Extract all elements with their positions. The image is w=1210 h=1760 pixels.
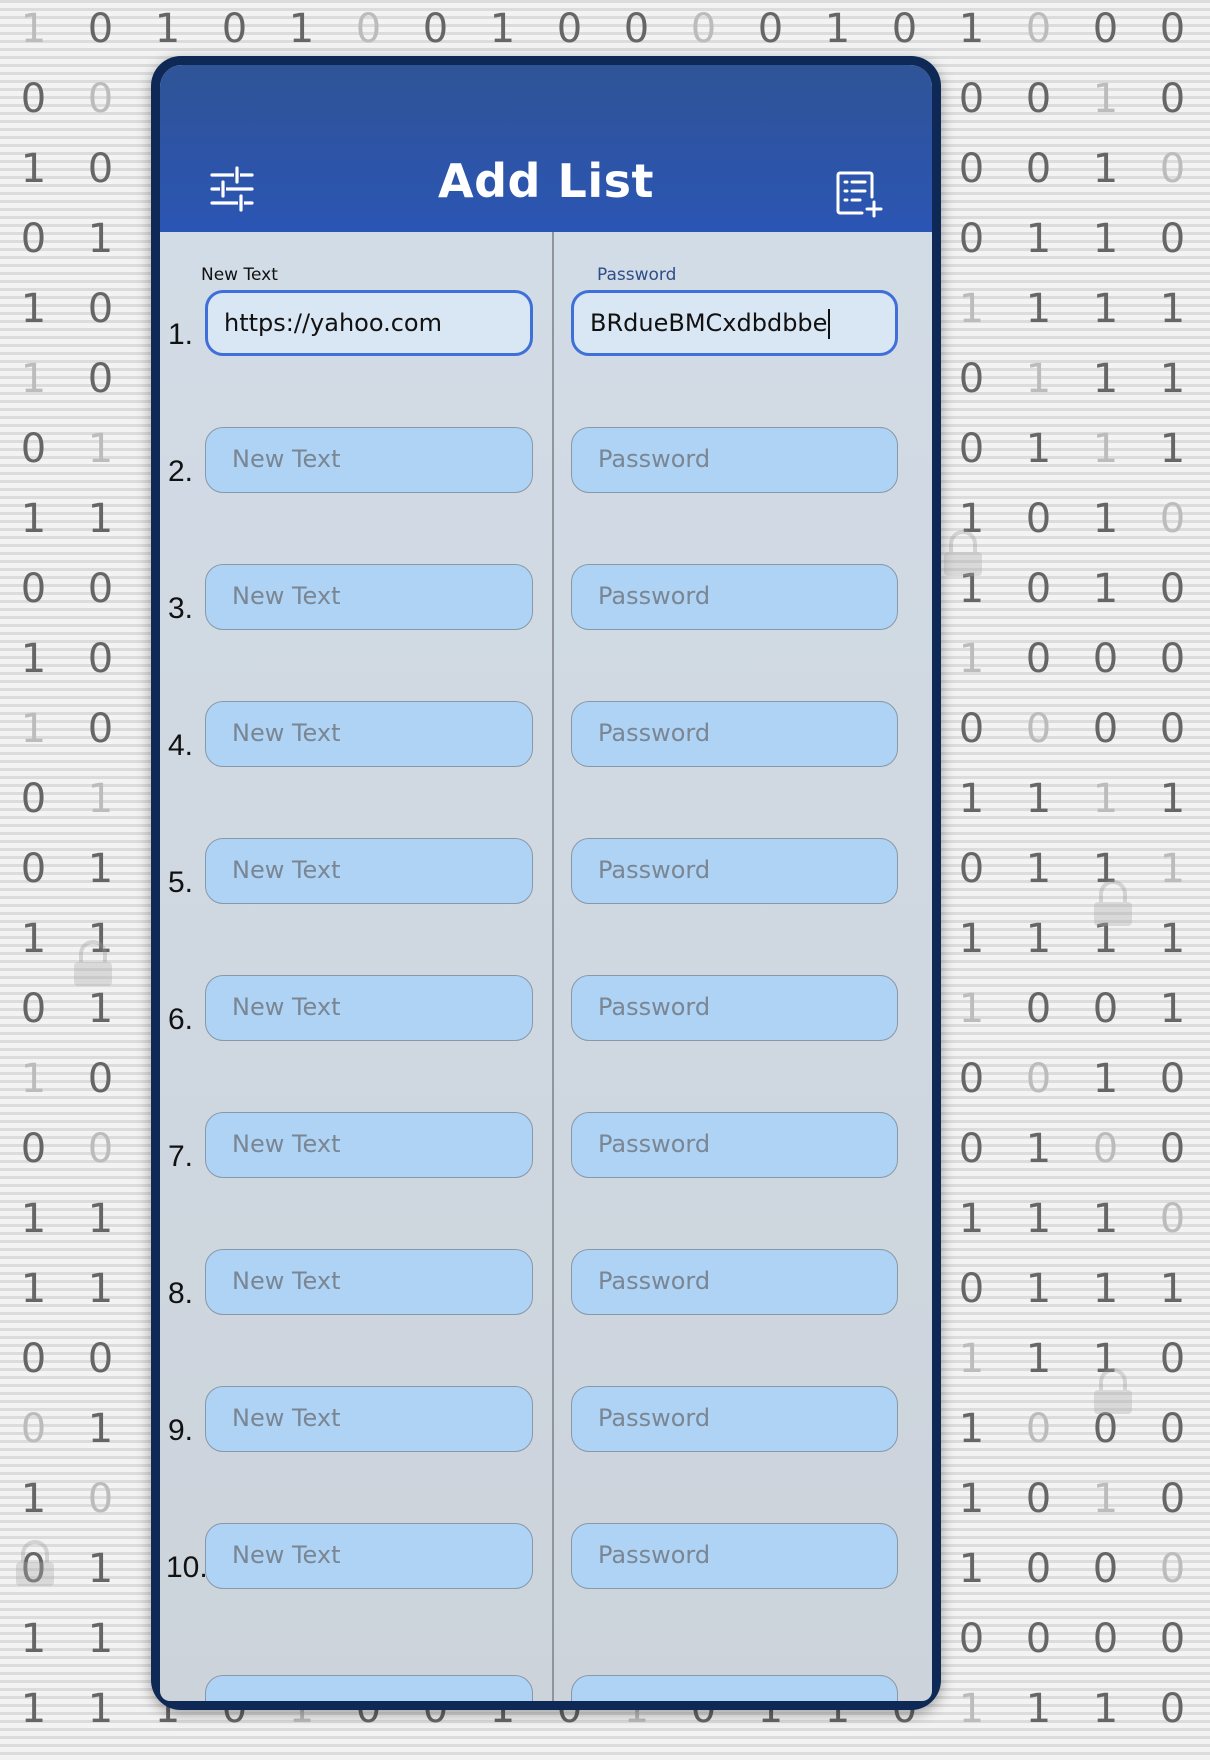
- row-number: 9.: [168, 1414, 194, 1447]
- list-row-8: 8. New Text Password: [160, 1249, 932, 1329]
- binary-digit-row: 1010100100001010001: [20, 6, 1186, 52]
- list-row-10: 10. New Text Password: [160, 1523, 932, 1603]
- password-input[interactable]: Password: [571, 1112, 898, 1178]
- password-input[interactable]: Password: [571, 564, 898, 630]
- app-header: Add List: [160, 65, 932, 232]
- text-cursor: [828, 309, 831, 339]
- add-list-icon[interactable]: [834, 169, 884, 219]
- row-number: 1.: [168, 318, 194, 351]
- url-input[interactable]: New Text: [205, 1112, 533, 1178]
- list-row-2: 2. New Text Password: [160, 427, 932, 507]
- password-input-value: BRdueBMCxdbdbbe: [590, 309, 828, 337]
- password-input[interactable]: BRdueBMCxdbdbbe: [571, 290, 898, 356]
- app-screen: Add List 1. https://yahoo.com New Text B…: [160, 65, 932, 1701]
- url-input[interactable]: https://yahoo.com: [205, 290, 533, 356]
- row-number: 2.: [168, 455, 194, 488]
- password-input[interactable]: Password: [571, 1249, 898, 1315]
- url-input[interactable]: New Text: [205, 1386, 533, 1452]
- password-input[interactable]: Password: [571, 975, 898, 1041]
- url-input[interactable]: New Text: [205, 838, 533, 904]
- row-number: 4.: [168, 729, 194, 762]
- row-number: 7.: [168, 1140, 194, 1173]
- list-row-4: 4. New Text Password: [160, 701, 932, 781]
- list-row-1: 1. https://yahoo.com New Text BRdueBMCxd…: [160, 265, 932, 370]
- lock-icon: [74, 940, 112, 986]
- phone-frame: Add List 1. https://yahoo.com New Text B…: [151, 56, 941, 1710]
- password-input[interactable]: Password: [571, 1386, 898, 1452]
- lock-icon: [944, 530, 982, 576]
- row-number: 10.: [166, 1551, 208, 1584]
- list-row-9: 9. New Text Password: [160, 1386, 932, 1466]
- url-input[interactable]: New Text: [205, 1249, 533, 1315]
- password-input-label: Password: [597, 265, 677, 285]
- password-input[interactable]: [571, 1675, 898, 1701]
- password-input[interactable]: Password: [571, 701, 898, 767]
- password-input[interactable]: Password: [571, 427, 898, 493]
- row-number: 8.: [168, 1277, 194, 1310]
- url-input[interactable]: New Text: [205, 564, 533, 630]
- page-title: Add List: [438, 154, 654, 208]
- password-input[interactable]: Password: [571, 1523, 898, 1589]
- list-row-5: 5. New Text Password: [160, 838, 932, 918]
- password-input[interactable]: Password: [571, 838, 898, 904]
- row-number: 3.: [168, 592, 194, 625]
- url-input[interactable]: New Text: [205, 701, 533, 767]
- url-input-value: https://yahoo.com: [224, 309, 442, 337]
- url-input[interactable]: New Text: [205, 975, 533, 1041]
- row-number: 6.: [168, 1003, 194, 1036]
- url-input[interactable]: New Text: [205, 427, 533, 493]
- url-input[interactable]: New Text: [205, 1523, 533, 1589]
- list-row-3: 3. New Text Password: [160, 564, 932, 644]
- url-input[interactable]: [205, 1675, 533, 1701]
- lock-icon: [16, 1540, 54, 1586]
- lock-icon: [1094, 880, 1132, 926]
- list-row-11-partial: [160, 1675, 932, 1701]
- lock-icon: [1094, 1368, 1132, 1414]
- list-row-7: 7. New Text Password: [160, 1112, 932, 1192]
- list-row-6: 6. New Text Password: [160, 975, 932, 1055]
- row-number: 5.: [168, 866, 194, 899]
- url-input-label: New Text: [201, 265, 278, 285]
